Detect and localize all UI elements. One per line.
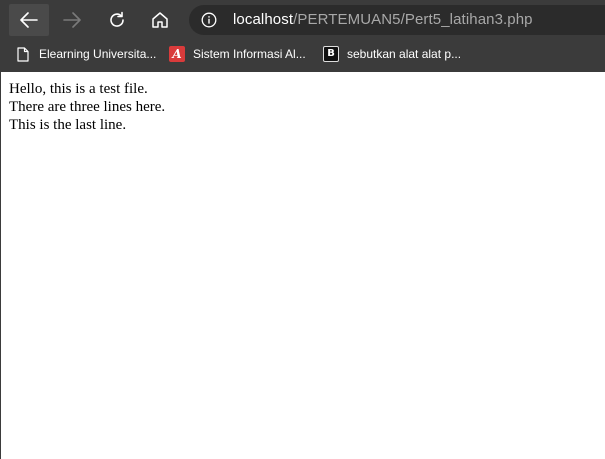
bookmark-elearning[interactable]: Elearning Universita... [15,40,156,68]
address-bar[interactable]: localhost/PERTEMUAN5/Pert5_latihan3.php [189,5,605,35]
reload-icon [110,11,124,27]
reload-button[interactable] [97,4,137,36]
bookmark-sebutkan[interactable]: B sebutkan alat alat p... [323,40,461,68]
bookmark-label: sebutkan alat alat p... [347,47,462,61]
text-line: Hello, this is a test file. [9,81,148,97]
bookmark-label: Sistem Informasi Al... [193,47,306,61]
page-icon [15,46,31,62]
text-line: This is the last line. [9,117,127,133]
home-button[interactable] [140,4,180,36]
info-icon[interactable] [201,12,217,28]
black-b-icon: B [323,46,339,62]
url-host: localhost [233,11,294,28]
text-line: There are three lines here. [9,99,166,115]
page-content: Hello, this is a test file. There are th… [0,72,605,459]
arrow-right-icon [63,12,81,28]
back-button[interactable] [9,4,49,36]
red-a-icon: A [169,46,185,62]
home-icon [152,12,168,28]
url-text[interactable]: localhost/PERTEMUAN5/Pert5_latihan3.php [233,11,533,28]
arrow-left-icon [20,12,38,28]
forward-button[interactable] [52,4,92,36]
url-path: /PERTEMUAN5/Pert5_latihan3.php [293,11,533,28]
browser-toolbar: localhost/PERTEMUAN5/Pert5_latihan3.php [0,0,605,40]
bookmark-label: Elearning Universita... [39,47,157,61]
browser-chrome: localhost/PERTEMUAN5/Pert5_latihan3.php … [0,0,605,72]
bookmarks-bar: Elearning Universita... A Sistem Informa… [0,40,605,72]
text-block: Hello, this is a test file. There are th… [9,80,165,134]
bookmark-sistem-informasi[interactable]: A Sistem Informasi Al... [169,40,306,68]
